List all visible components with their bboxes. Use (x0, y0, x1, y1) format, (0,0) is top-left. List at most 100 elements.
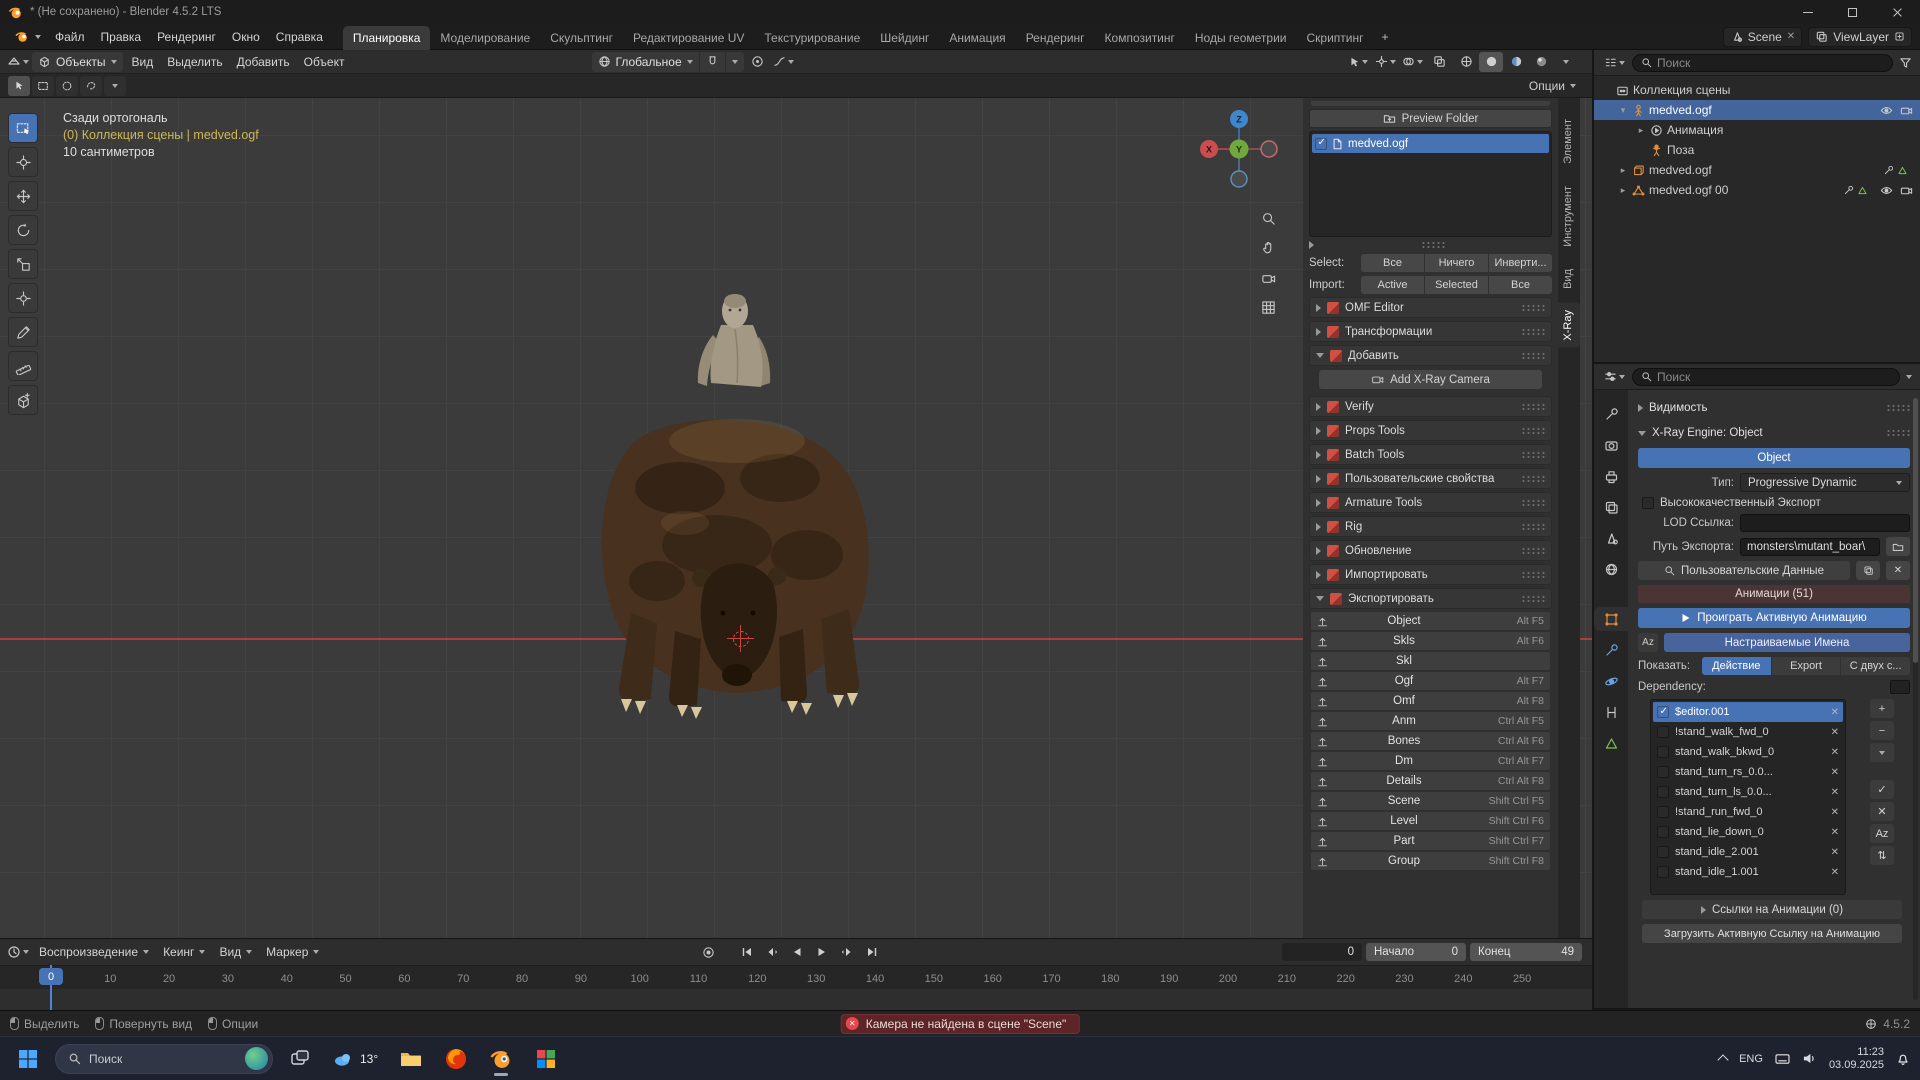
tool-move[interactable] (8, 181, 38, 211)
select-option-button[interactable]: Все (1361, 254, 1424, 272)
panel-section-header[interactable]: Трансформации (1309, 321, 1552, 342)
outliner-editor-type-button[interactable] (1602, 53, 1626, 73)
uncheck-all-button[interactable]: ✕ (1870, 802, 1894, 821)
load-active-ref-button[interactable]: Загрузить Активную Ссылку на Анимацию (1642, 924, 1902, 943)
export-operator-button[interactable]: Details Ctrl Alt F8 (1311, 772, 1550, 790)
axis-y-label[interactable]: Y (1236, 145, 1242, 155)
userdata-button[interactable]: Пользовательские Данные (1638, 561, 1850, 580)
camera-view-button[interactable] (1256, 266, 1280, 290)
export-operator-button[interactable]: Level Shift Ctrl F6 (1311, 812, 1550, 830)
topbar-menu-item[interactable]: Рендеринг (149, 26, 224, 48)
play-button[interactable] (812, 943, 832, 961)
render-toggle[interactable] (1898, 104, 1914, 117)
editor-type-button[interactable] (6, 52, 30, 72)
animation-checkbox[interactable] (1657, 866, 1669, 878)
stand_turn_rs_0.0...[interactable]: stand_turn_rs_0.0... ✕ (1653, 762, 1843, 782)
select-option-button[interactable]: Инверти... (1489, 254, 1552, 272)
play-active-animation-button[interactable]: Проиграть Активную Анимацию (1638, 608, 1910, 628)
workspace-tab[interactable]: Планировка (343, 26, 431, 50)
animation-checkbox[interactable] (1657, 846, 1669, 858)
xray-toggle-button[interactable] (1427, 52, 1451, 72)
panel-section-header[interactable]: Verify (1309, 396, 1552, 417)
timeline-ruler[interactable]: 0102030405060708090100110120130140150160… (0, 965, 1592, 989)
$editor.001[interactable]: $editor.001 ✕ (1653, 702, 1843, 722)
tool-scale[interactable] (8, 249, 38, 279)
timeline-menu-item[interactable]: Воспроизведение (32, 942, 156, 962)
tab-output[interactable] (1594, 464, 1628, 488)
widgets-button[interactable]: 13° (327, 1041, 384, 1077)
zoom-button[interactable] (1256, 206, 1280, 230)
shading-rendered-button[interactable] (1529, 52, 1553, 72)
outliner-row[interactable]: ▸ medved.ogf (1594, 160, 1920, 180)
axis-z-label[interactable]: Z (1236, 115, 1242, 125)
sort-az-button[interactable]: Az (1870, 824, 1894, 843)
!stand_walk_fwd_0[interactable]: !stand_walk_fwd_0 ✕ (1653, 722, 1843, 742)
export-operator-button[interactable]: Group Shift Ctrl F8 (1311, 852, 1550, 870)
animation-checkbox[interactable] (1657, 806, 1669, 818)
animation-checkbox[interactable] (1657, 786, 1669, 798)
panel-section-header[interactable]: OMF Editor (1309, 297, 1552, 318)
tab-world[interactable] (1594, 557, 1628, 581)
export-operator-button[interactable]: Skl (1311, 652, 1550, 670)
show-filter-option[interactable]: Export (1772, 657, 1841, 675)
check-all-button[interactable]: ✓ (1870, 780, 1894, 799)
shading-solid-button[interactable] (1479, 52, 1503, 72)
export-path-field[interactable]: monsters\mutant_boar\ (1740, 538, 1880, 556)
workspace-tab[interactable]: Редактирование UV (623, 26, 754, 50)
expander-icon[interactable]: ▸ (1618, 165, 1628, 176)
topbar-menu-item[interactable]: Окно (224, 26, 268, 48)
workspace-tab[interactable]: Рендеринг (1016, 26, 1095, 50)
tab-tool[interactable] (1594, 402, 1628, 426)
export-operator-button[interactable]: Ogf Alt F7 (1311, 672, 1550, 690)
panel-section-export[interactable]: Экспортировать (1309, 588, 1552, 609)
render-toggle[interactable] (1898, 184, 1914, 197)
import-option-button[interactable]: Все (1489, 276, 1552, 294)
dependency-field[interactable] (1890, 680, 1910, 694)
animation-checkbox[interactable] (1657, 766, 1669, 778)
export-operator-button[interactable]: Bones Ctrl Alt F6 (1311, 732, 1550, 750)
select-mode-box-button[interactable] (32, 76, 54, 96)
shading-material-button[interactable] (1504, 52, 1528, 72)
tab-scene[interactable] (1594, 526, 1628, 550)
show-filter-option[interactable]: С двух с... (1841, 657, 1910, 675)
remove-animation-button[interactable]: ✕ (1831, 767, 1839, 778)
panel-section-header[interactable]: Armature Tools (1309, 492, 1552, 513)
stand_lie_down_0[interactable]: stand_lie_down_0 ✕ (1653, 822, 1843, 842)
chevron-down-icon[interactable] (1906, 375, 1912, 379)
minimize-button[interactable] (1785, 0, 1830, 24)
tool-annotate[interactable] (8, 317, 38, 347)
navigation-gizmo[interactable]: Z X Y (1197, 107, 1281, 191)
overlays-dropdown[interactable] (1400, 52, 1424, 72)
sidebar-tab[interactable]: X-Ray (1558, 303, 1580, 348)
panel-section-add[interactable]: Добавить (1309, 345, 1552, 366)
properties-scrollbar[interactable] (1913, 398, 1918, 1000)
3d-viewport[interactable]: Сзади ортогональ (0) Коллекция сцены | m… (0, 98, 1592, 938)
show-filter-option[interactable]: Действие (1702, 657, 1771, 675)
select-option-button[interactable]: Ничего (1425, 254, 1488, 272)
start-button[interactable] (10, 1041, 46, 1077)
lod-reference-field[interactable] (1740, 514, 1910, 532)
panel-section-header[interactable]: Rig (1309, 516, 1552, 537)
userdata-clear-button[interactable]: ✕ (1886, 561, 1910, 580)
stand_turn_ls_0.0...[interactable]: stand_turn_ls_0.0... ✕ (1653, 782, 1843, 802)
tool-cursor[interactable] (8, 147, 38, 177)
export-operator-button[interactable]: Object Alt F5 (1311, 612, 1550, 630)
type-dropdown[interactable]: Progressive Dynamic (1740, 473, 1910, 492)
selectability-dropdown[interactable] (1346, 52, 1370, 72)
remove-animation-button[interactable]: ✕ (1831, 867, 1839, 878)
animation-checkbox[interactable] (1657, 746, 1669, 758)
scene-object-mutant[interactable] (565, 283, 915, 743)
snap-options-dropdown[interactable] (726, 52, 744, 72)
remove-animation-button[interactable]: ✕ (1831, 847, 1839, 858)
speaker-icon[interactable] (1802, 1052, 1817, 1065)
workspace-tab[interactable]: Композитинг (1095, 26, 1185, 50)
file-explorer-button[interactable] (393, 1041, 429, 1077)
expander-icon[interactable]: ▸ (1618, 185, 1628, 196)
animation-checkbox[interactable] (1657, 826, 1669, 838)
import-option-button[interactable]: Active (1361, 276, 1424, 294)
userdata-copy-button[interactable] (1856, 561, 1880, 580)
animation-checkbox[interactable] (1657, 726, 1669, 738)
tab-modifiers[interactable] (1594, 638, 1628, 662)
pan-button[interactable] (1256, 235, 1280, 259)
workspace-tab[interactable]: Анимация (939, 26, 1015, 50)
